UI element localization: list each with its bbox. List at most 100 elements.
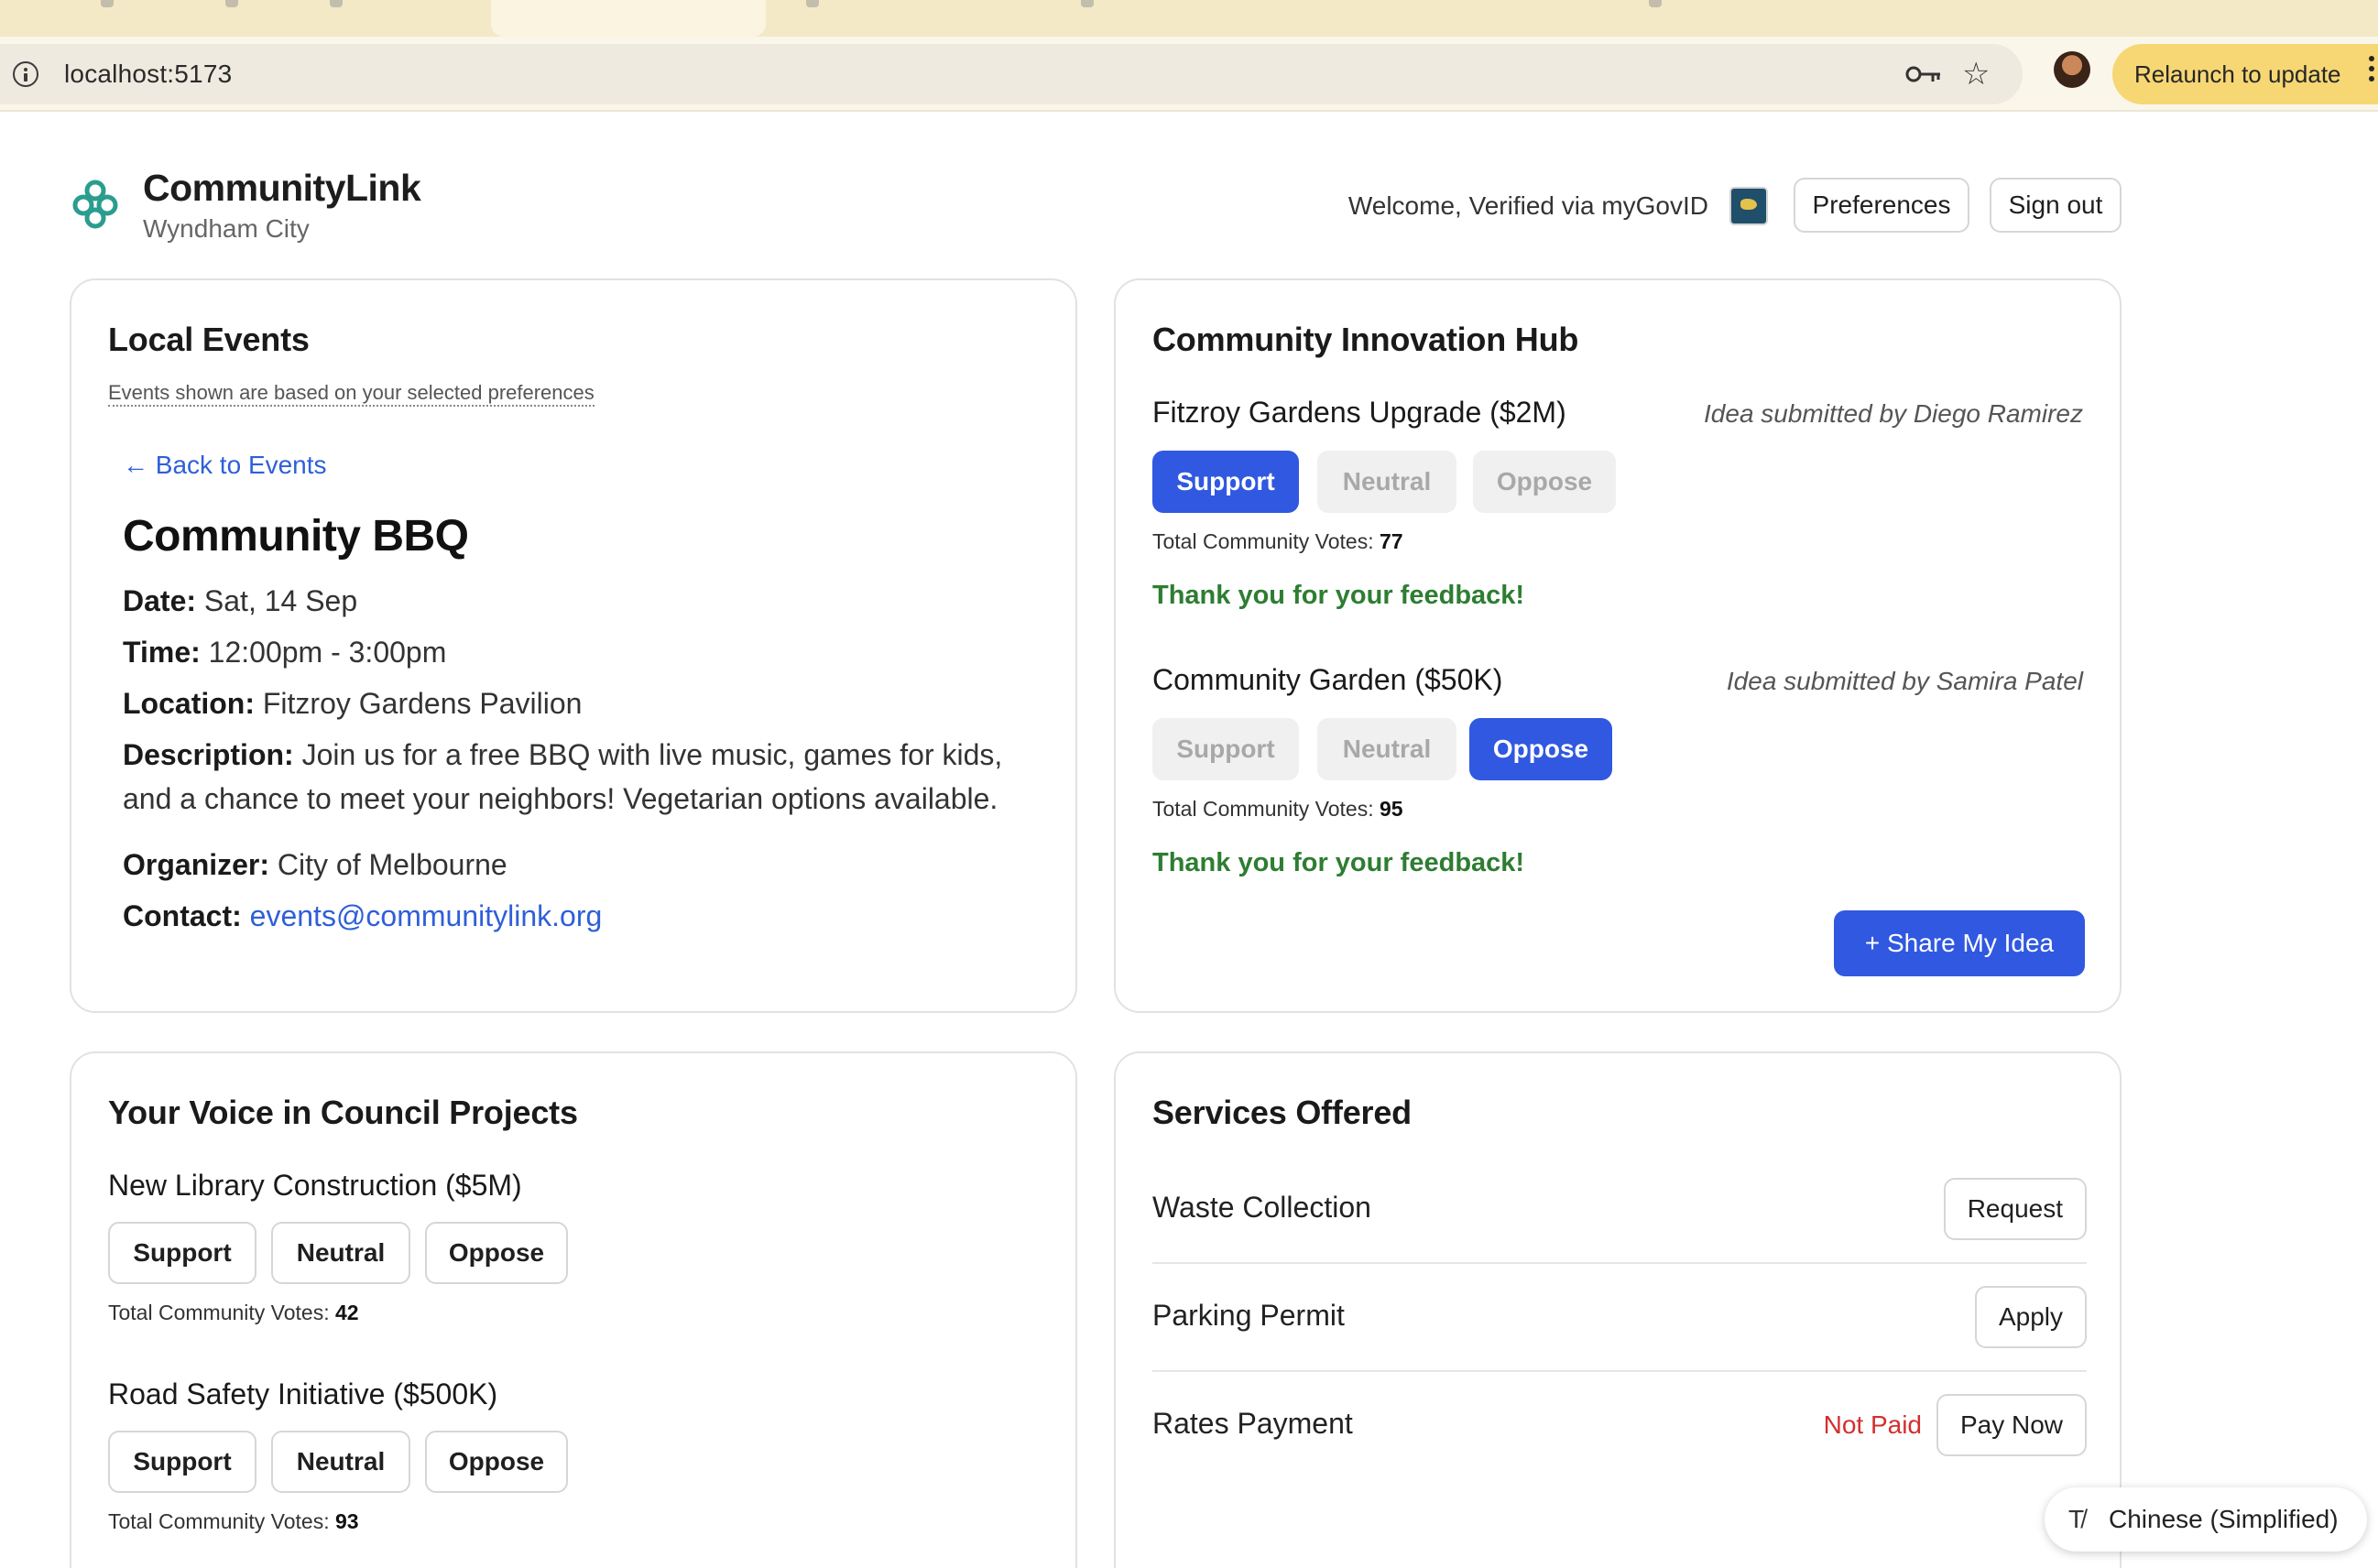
- relaunch-button[interactable]: Relaunch to update: [2112, 44, 2378, 104]
- card-title: Community Innovation Hub: [1152, 321, 1579, 358]
- active-tab[interactable]: [491, 0, 766, 37]
- project-title: Road Safety Initiative ($500K): [108, 1377, 498, 1410]
- total-votes-label: Total Community Votes:: [108, 1509, 330, 1533]
- profile-avatar[interactable]: [2054, 51, 2090, 88]
- event-date-value: Sat, 14 Sep: [203, 584, 358, 617]
- council-projects-card: Your Voice in Council Projects New Libra…: [70, 1051, 1077, 1568]
- service-label: Waste Collection: [1152, 1191, 1371, 1224]
- browser-toolbar: localhost:5173 ☆ Relaunch to update: [0, 37, 2378, 112]
- translate-language-chip[interactable]: T̸ Chinese (Simplified): [2045, 1487, 2367, 1552]
- app-name: CommunityLink: [143, 167, 421, 209]
- city-name: Wyndham City: [143, 214, 310, 243]
- sign-out-button[interactable]: Sign out: [1990, 178, 2122, 233]
- event-organizer-label: Organizer:: [123, 848, 270, 881]
- idea-title: Fitzroy Gardens Upgrade ($2M): [1152, 396, 1566, 429]
- tab-fragment[interactable]: [101, 0, 114, 7]
- request-button[interactable]: Request: [1943, 1178, 2087, 1240]
- event-contact: Contact: events@communitylink.org: [123, 894, 602, 938]
- card-title: Local Events: [108, 321, 310, 358]
- total-votes-label: Total Community Votes:: [108, 1301, 330, 1324]
- bookmark-star-icon[interactable]: ☆: [1962, 57, 1990, 92]
- event-organizer-value: City of Melbourne: [277, 848, 507, 881]
- service-row: Rates Payment Not Paid Pay Now: [1152, 1372, 2087, 1480]
- events-preferences-note[interactable]: Events shown are based on your selected …: [108, 381, 594, 407]
- services-card: Services Offered Waste Collection Reques…: [1114, 1051, 2122, 1568]
- communitylink-logo-icon: [72, 180, 118, 229]
- browser-menu-icon[interactable]: [2369, 56, 2374, 83]
- translate-language-label[interactable]: Chinese (Simplified): [2109, 1505, 2339, 1533]
- event-location: Location: Fitzroy Gardens Pavilion: [123, 681, 582, 725]
- event-date-label: Date:: [123, 584, 197, 617]
- support-button[interactable]: Support: [1152, 718, 1299, 780]
- tab-fragment[interactable]: [806, 0, 819, 7]
- event-time-value: 12:00pm - 3:00pm: [208, 636, 447, 669]
- total-votes-count: 42: [335, 1301, 359, 1324]
- local-events-card: Local Events Events shown are based on y…: [70, 278, 1077, 1013]
- total-votes-count: 95: [1380, 797, 1403, 821]
- support-button[interactable]: Support: [1152, 451, 1299, 513]
- preferences-button[interactable]: Preferences: [1794, 178, 1969, 233]
- tab-fragment[interactable]: [330, 0, 343, 7]
- total-votes: Total Community Votes: 42: [108, 1301, 359, 1325]
- service-row: Waste Collection Request: [1152, 1156, 2087, 1264]
- event-description: Description: Join us for a free BBQ with…: [123, 733, 1039, 821]
- idea-submitter: Idea submitted by Diego Ramirez: [1704, 399, 2083, 428]
- event-location-value: Fitzroy Gardens Pavilion: [262, 687, 583, 720]
- support-button[interactable]: Support: [108, 1431, 256, 1493]
- support-button[interactable]: Support: [108, 1222, 256, 1284]
- feedback-thanks: Thank you for your feedback!: [1152, 848, 1525, 877]
- total-votes-label: Total Community Votes:: [1152, 797, 1374, 821]
- translate-icon: T̸: [2068, 1505, 2085, 1533]
- event-time-label: Time:: [123, 636, 201, 669]
- neutral-button[interactable]: Neutral: [1317, 718, 1456, 780]
- neutral-button[interactable]: Neutral: [1317, 451, 1456, 513]
- event-location-label: Location:: [123, 687, 255, 720]
- password-key-icon[interactable]: [1905, 62, 1942, 86]
- tab-fragment[interactable]: [225, 0, 238, 7]
- tab-fragment[interactable]: [1081, 0, 1094, 7]
- welcome-text: Welcome, Verified via myGovID: [1347, 191, 1708, 220]
- total-votes-label: Total Community Votes:: [1152, 529, 1374, 553]
- event-date: Date: Sat, 14 Sep: [123, 579, 357, 623]
- project-title: New Library Construction ($5M): [108, 1169, 522, 1202]
- event-time: Time: 12:00pm - 3:00pm: [123, 630, 446, 674]
- event-contact-email-link[interactable]: events@communitylink.org: [250, 899, 603, 932]
- event-description-label: Description:: [123, 738, 294, 771]
- url-text[interactable]: localhost:5173: [64, 60, 232, 89]
- total-votes-count: 77: [1380, 529, 1403, 553]
- oppose-button[interactable]: Oppose: [1473, 451, 1616, 513]
- neutral-button[interactable]: Neutral: [271, 1222, 410, 1284]
- card-title: Your Voice in Council Projects: [108, 1094, 578, 1131]
- australian-coat-of-arms-icon: [1729, 187, 1768, 225]
- event-organizer: Organizer: City of Melbourne: [123, 843, 507, 887]
- innovation-hub-card: Community Innovation Hub Fitzroy Gardens…: [1114, 278, 2122, 1013]
- service-label: Parking Permit: [1152, 1299, 1345, 1332]
- total-votes: Total Community Votes: 95: [1152, 797, 1403, 822]
- share-my-idea-button[interactable]: + Share My Idea: [1834, 910, 2085, 976]
- pay-now-button[interactable]: Pay Now: [1936, 1394, 2087, 1456]
- service-label: Rates Payment: [1152, 1407, 1353, 1440]
- idea-submitter: Idea submitted by Samira Patel: [1726, 667, 2083, 695]
- service-row: Parking Permit Apply: [1152, 1264, 2087, 1372]
- back-to-events-link[interactable]: ← Back to Events: [123, 451, 327, 480]
- feedback-thanks: Thank you for your feedback!: [1152, 581, 1525, 610]
- total-votes: Total Community Votes: 93: [108, 1509, 359, 1534]
- address-bar[interactable]: localhost:5173 ☆: [0, 44, 2023, 104]
- total-votes: Total Community Votes: 77: [1152, 529, 1403, 554]
- apply-button[interactable]: Apply: [1974, 1286, 2087, 1348]
- browser-tab-strip: [0, 0, 2378, 37]
- idea-title: Community Garden ($50K): [1152, 663, 1503, 696]
- oppose-button[interactable]: Oppose: [425, 1431, 568, 1493]
- oppose-button[interactable]: Oppose: [425, 1222, 568, 1284]
- event-contact-label: Contact:: [123, 899, 242, 932]
- oppose-button[interactable]: Oppose: [1469, 718, 1612, 780]
- tab-fragment[interactable]: [1649, 0, 1662, 7]
- total-votes-count: 93: [335, 1509, 359, 1533]
- neutral-button[interactable]: Neutral: [271, 1431, 410, 1493]
- payment-status-badge: Not Paid: [1823, 1410, 1922, 1439]
- site-info-icon[interactable]: [13, 61, 38, 87]
- event-title: Community BBQ: [123, 512, 469, 561]
- card-title: Services Offered: [1152, 1094, 1412, 1131]
- app-header: CommunityLink Wyndham City Welcome, Veri…: [70, 165, 2122, 256]
- brand: CommunityLink Wyndham City: [143, 165, 421, 247]
